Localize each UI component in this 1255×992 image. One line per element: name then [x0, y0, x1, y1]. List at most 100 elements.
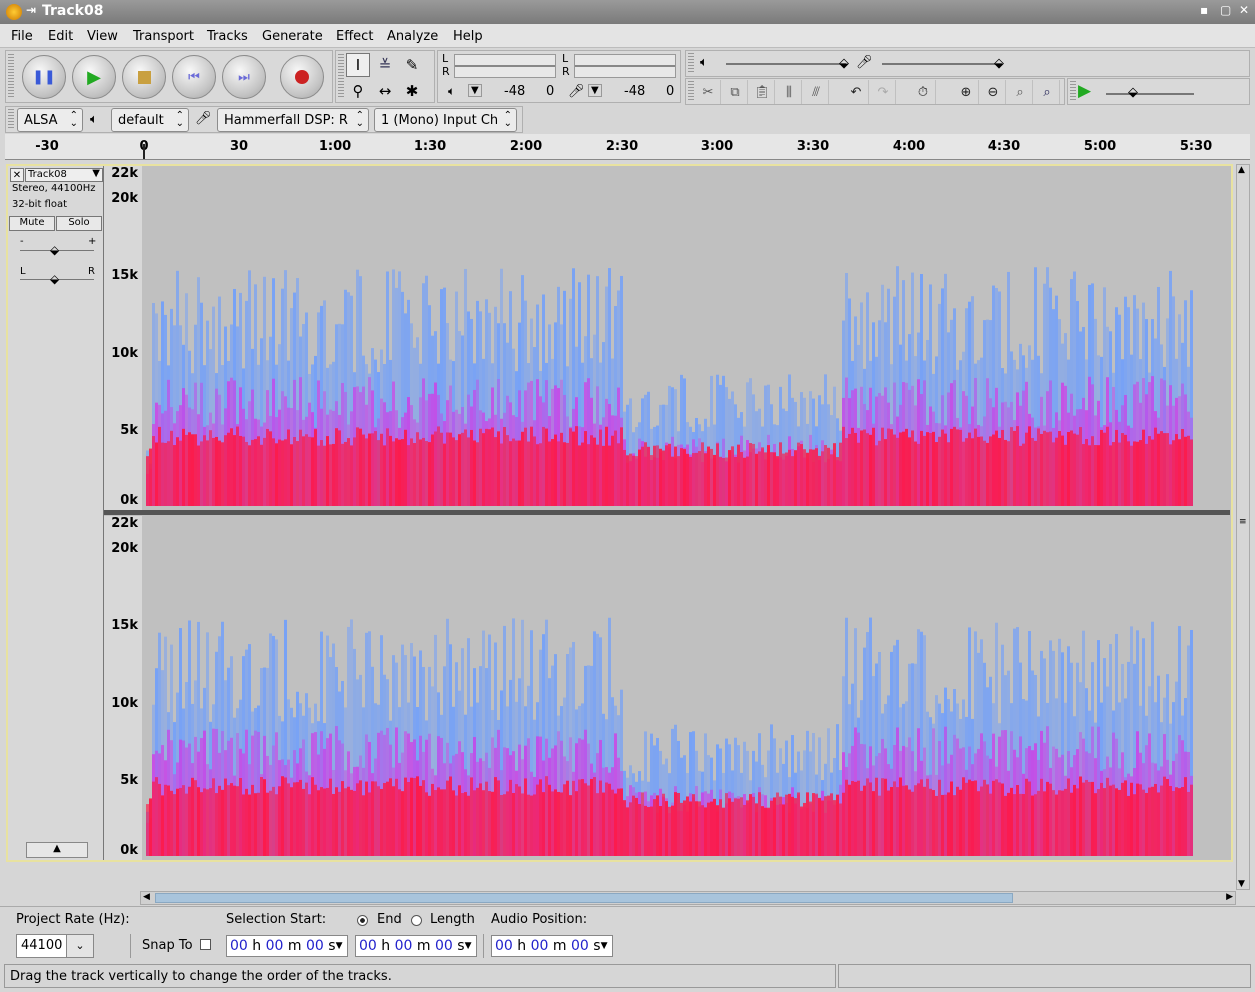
- play-button[interactable]: ▶: [72, 55, 116, 99]
- zoom-in-icon[interactable]: ⊕: [954, 80, 979, 104]
- draw-tool-icon[interactable]: ✎: [400, 53, 424, 77]
- solo-button[interactable]: Solo: [56, 216, 102, 231]
- chevron-down-icon[interactable]: ▼: [601, 941, 608, 951]
- skip-start-button[interactable]: ⏮: [172, 55, 216, 99]
- project-rate-combo[interactable]: 44100 ⌄: [16, 934, 94, 958]
- frequency-axis-left-channel[interactable]: 22k 20k 15k 10k 5k 0k: [104, 166, 143, 510]
- collapse-track-button[interactable]: ▲: [26, 842, 88, 858]
- selection-start-label: Selection Start:: [226, 912, 327, 927]
- menu-generate[interactable]: Generate: [262, 29, 323, 44]
- channel-divider[interactable]: [104, 510, 1230, 515]
- close-button[interactable]: ✕: [1239, 3, 1249, 17]
- toolbar-grip[interactable]: [688, 53, 694, 74]
- output-volume-slider[interactable]: [726, 63, 846, 65]
- seconds-unit: s: [328, 938, 336, 954]
- freq-label: 22k: [111, 166, 138, 181]
- speed-slider[interactable]: [1106, 93, 1194, 95]
- spectrogram-right-channel[interactable]: [142, 516, 1230, 860]
- gain-slider-thumb[interactable]: ⬙: [50, 243, 59, 257]
- menu-file[interactable]: File: [11, 29, 33, 44]
- input-volume-thumb[interactable]: ⬙: [994, 56, 1004, 71]
- input-device-select[interactable]: Hammerfall DSP: R ⌃ ⌄: [217, 108, 369, 132]
- toolbar-grip[interactable]: [8, 109, 14, 130]
- envelope-tool-icon[interactable]: ≚: [373, 53, 397, 77]
- maximize-button[interactable]: ▢: [1220, 3, 1231, 17]
- hours-unit: h: [252, 938, 262, 954]
- sync-lock-icon[interactable]: ⏱: [911, 80, 936, 104]
- minimize-button[interactable]: ▪: [1200, 3, 1208, 17]
- toolbar-grip[interactable]: [1070, 81, 1076, 102]
- title-bar: ⇥ Track08 ▪ ▢ ✕: [0, 0, 1255, 24]
- track-control-panel[interactable]: ✕ Track08 ▼ Stereo, 44100Hz 32-bit float…: [8, 166, 104, 860]
- audio-position-time[interactable]: 00 h 00 m 00 s ▼: [491, 935, 613, 957]
- length-radio[interactable]: [411, 915, 422, 926]
- status-bar-secondary: [838, 964, 1251, 988]
- menu-edit[interactable]: Edit: [48, 29, 73, 44]
- speed-slider-thumb[interactable]: ⬙: [1128, 85, 1138, 100]
- spectrogram-svg: [146, 617, 1193, 856]
- horizontal-scrollbar[interactable]: ◀ ▶: [140, 891, 1236, 905]
- selection-tool-icon[interactable]: I: [346, 53, 370, 77]
- menu-view[interactable]: View: [87, 29, 118, 44]
- cut-icon[interactable]: ✂: [696, 80, 721, 104]
- toolbar-grip[interactable]: [8, 54, 14, 99]
- trim-icon[interactable]: ⫼: [777, 80, 802, 104]
- scroll-down-icon[interactable]: ▼: [1238, 879, 1245, 889]
- selection-end-time[interactable]: 00 h 00 m 00 s ▼: [355, 935, 477, 957]
- audio-host-select[interactable]: ALSA ⌃ ⌄: [17, 108, 83, 132]
- timeline-ruler[interactable]: -30 0 30 1:00 1:30 2:00 2:30 3:00 3:30 4…: [5, 134, 1250, 160]
- selection-start-time[interactable]: 00 h 00 m 00 s ▼: [226, 935, 348, 957]
- end-radio[interactable]: [357, 915, 368, 926]
- skip-end-button[interactable]: ⏭: [222, 55, 266, 99]
- menu-analyze[interactable]: Analyze: [387, 29, 438, 44]
- menu-transport[interactable]: Transport: [133, 29, 194, 44]
- output-volume-thumb[interactable]: ⬙: [839, 56, 849, 71]
- timeshift-tool-icon[interactable]: ↔: [373, 79, 397, 103]
- zoom-out-icon[interactable]: ⊖: [981, 80, 1006, 104]
- pin-icon[interactable]: ⇥: [26, 3, 36, 17]
- fit-project-icon[interactable]: ⌕: [1035, 80, 1060, 104]
- menu-tracks[interactable]: Tracks: [207, 29, 248, 44]
- mute-button[interactable]: Mute: [9, 216, 55, 231]
- paste-icon[interactable]: 📋︎: [750, 80, 775, 104]
- redo-icon[interactable]: ↷: [871, 80, 896, 104]
- chevron-down-icon[interactable]: ⌄: [66, 935, 93, 957]
- rec-meter-dropdown-icon[interactable]: ▼: [588, 84, 602, 97]
- silence-icon[interactable]: ⫻: [804, 80, 829, 104]
- copy-icon[interactable]: ⧉: [723, 80, 748, 104]
- scroll-up-icon[interactable]: ▲: [1238, 165, 1245, 175]
- chevron-down-icon[interactable]: ▼: [336, 941, 343, 951]
- menu-help[interactable]: Help: [453, 29, 483, 44]
- horizontal-scroll-thumb[interactable]: [155, 893, 1013, 903]
- record-meter[interactable]: [574, 54, 676, 78]
- track-name-menu[interactable]: Track08 ▼: [25, 168, 103, 182]
- menu-effect[interactable]: Effect: [336, 29, 373, 44]
- rec-meter-db: -48: [624, 84, 646, 99]
- input-channels-select[interactable]: 1 (Mono) Input Ch ⌃ ⌄: [374, 108, 517, 132]
- stop-button[interactable]: [122, 55, 166, 99]
- pause-button[interactable]: ❚❚: [22, 55, 66, 99]
- multi-tool-icon[interactable]: ✱: [400, 79, 424, 103]
- play-meter[interactable]: [454, 54, 556, 78]
- undo-icon[interactable]: ↶: [844, 80, 869, 104]
- close-track-icon[interactable]: ✕: [10, 168, 24, 182]
- chevron-down-icon[interactable]: ▼: [465, 941, 472, 951]
- spectrogram-left-channel[interactable]: [142, 166, 1230, 510]
- input-volume-slider[interactable]: [882, 63, 1002, 65]
- toolbar-grip[interactable]: [688, 81, 694, 102]
- play-meter-dropdown-icon[interactable]: ▼: [468, 84, 482, 97]
- snap-to-checkbox[interactable]: [200, 939, 211, 950]
- tools-toolbar: I ≚ ✎ ⚲ ↔ ✱: [335, 50, 435, 103]
- record-button[interactable]: [280, 55, 324, 99]
- output-device-select[interactable]: default ⌃ ⌄: [111, 108, 189, 132]
- scroll-right-icon[interactable]: ▶: [1226, 892, 1233, 902]
- zoom-tool-icon[interactable]: ⚲: [346, 79, 370, 103]
- toolbar-grip[interactable]: [338, 54, 344, 99]
- fit-selection-icon[interactable]: ⌕: [1008, 80, 1033, 104]
- play-at-speed-icon[interactable]: ▶: [1078, 81, 1091, 101]
- frequency-axis-right-channel[interactable]: 22k 20k 15k 10k 5k 0k: [104, 516, 143, 860]
- scroll-left-icon[interactable]: ◀: [143, 892, 150, 902]
- vertical-scrollbar[interactable]: ▲ ≡ ▼: [1236, 164, 1250, 890]
- pan-slider-thumb[interactable]: ⬙: [50, 272, 59, 286]
- scroll-grip-icon[interactable]: ≡: [1239, 517, 1247, 527]
